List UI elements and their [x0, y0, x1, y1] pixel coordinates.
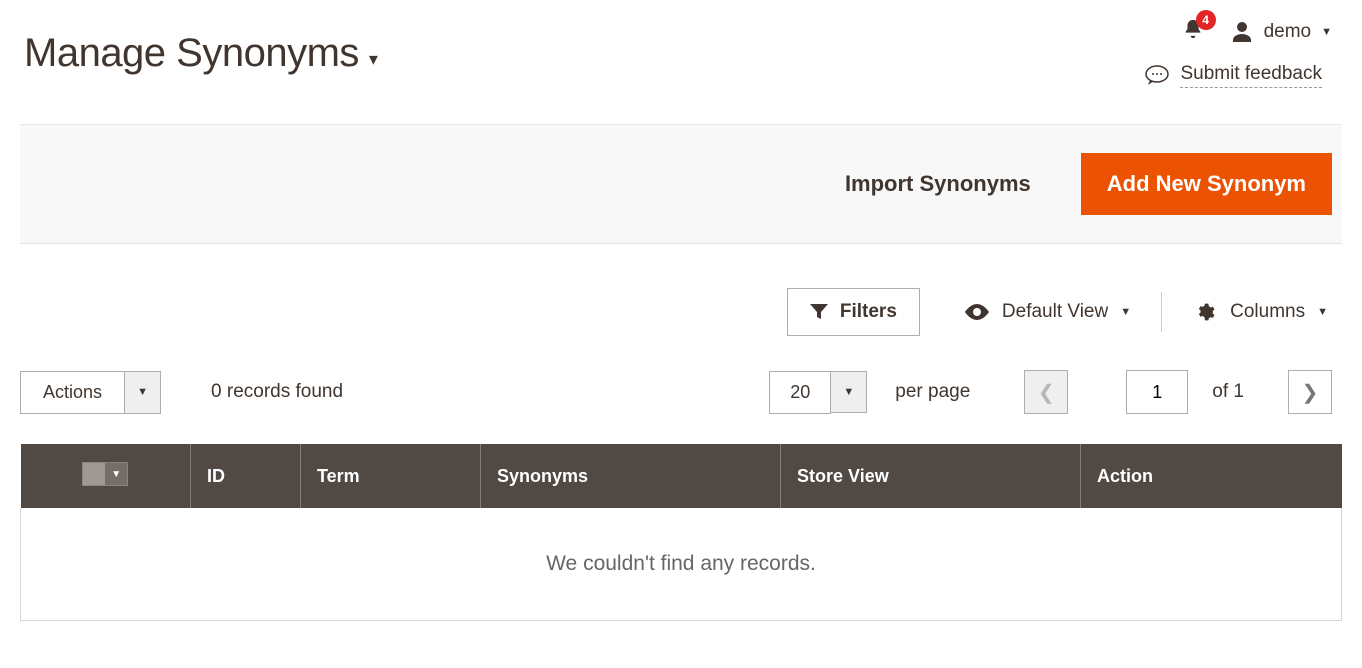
filters-label: Filters: [840, 301, 897, 323]
user-icon: [1230, 20, 1254, 44]
caret-down-icon: ▼: [105, 463, 127, 485]
column-id[interactable]: ID: [191, 444, 301, 508]
user-menu[interactable]: demo ▼: [1230, 20, 1332, 44]
notifications-badge: 4: [1196, 10, 1216, 30]
page-title: Manage Synonyms: [24, 31, 359, 76]
caret-down-icon: ▼: [137, 386, 148, 398]
default-view-dropdown[interactable]: Default View ▼: [960, 293, 1135, 331]
caret-down-icon: ▼: [1321, 26, 1332, 38]
per-page-value: 20: [769, 371, 831, 414]
column-synonyms[interactable]: Synonyms: [481, 444, 781, 508]
chevron-left-icon: ❮: [1038, 380, 1055, 405]
column-action[interactable]: Action: [1081, 444, 1342, 508]
caret-down-icon: ▼: [843, 386, 854, 398]
per-page-label: per page: [895, 381, 970, 403]
notifications-button[interactable]: 4: [1182, 18, 1204, 45]
filters-button[interactable]: Filters: [787, 288, 920, 336]
columns-label: Columns: [1230, 301, 1305, 323]
feedback-label: Submit feedback: [1180, 63, 1322, 88]
speech-bubble-icon: [1144, 65, 1170, 87]
select-all-checkbox[interactable]: ▼: [82, 462, 128, 486]
actions-label: Actions: [20, 371, 125, 414]
chevron-right-icon: ❯: [1302, 380, 1319, 405]
funnel-icon: [810, 304, 828, 320]
prev-page-button[interactable]: ❮: [1024, 370, 1068, 414]
caret-down-icon: ▾: [369, 49, 378, 70]
caret-down-icon: ▼: [1120, 306, 1131, 318]
submit-feedback-link[interactable]: Submit feedback: [1144, 63, 1332, 88]
separator: [1161, 292, 1162, 332]
import-synonyms-button[interactable]: Import Synonyms: [839, 170, 1037, 198]
current-page-input[interactable]: [1126, 370, 1188, 414]
synonyms-grid: ▼ ID Term Synonyms Store View Action We …: [20, 444, 1342, 621]
records-found-text: 0 records found: [211, 381, 343, 403]
column-term[interactable]: Term: [301, 444, 481, 508]
checkbox-icon: [83, 463, 105, 485]
view-label: Default View: [1002, 301, 1108, 323]
column-select-all: ▼: [21, 444, 191, 508]
total-pages-label: of 1: [1212, 381, 1244, 403]
eye-icon: [964, 302, 990, 322]
actions-dropdown[interactable]: Actions ▼: [20, 371, 161, 414]
next-page-button[interactable]: ❯: [1288, 370, 1332, 414]
caret-down-icon: ▼: [1317, 306, 1328, 318]
actions-toggle[interactable]: ▼: [125, 371, 161, 414]
per-page-dropdown[interactable]: ▼: [831, 371, 867, 413]
gear-icon: [1192, 302, 1218, 322]
empty-grid-message: We couldn't find any records.: [21, 508, 1342, 621]
columns-dropdown[interactable]: Columns ▼: [1188, 293, 1332, 331]
username-label: demo: [1264, 21, 1312, 43]
add-new-synonym-button[interactable]: Add New Synonym: [1081, 153, 1332, 215]
page-title-dropdown[interactable]: Manage Synonyms ▾: [24, 18, 378, 88]
column-store-view[interactable]: Store View: [781, 444, 1081, 508]
page-actions-bar: Import Synonyms Add New Synonym: [20, 124, 1342, 244]
